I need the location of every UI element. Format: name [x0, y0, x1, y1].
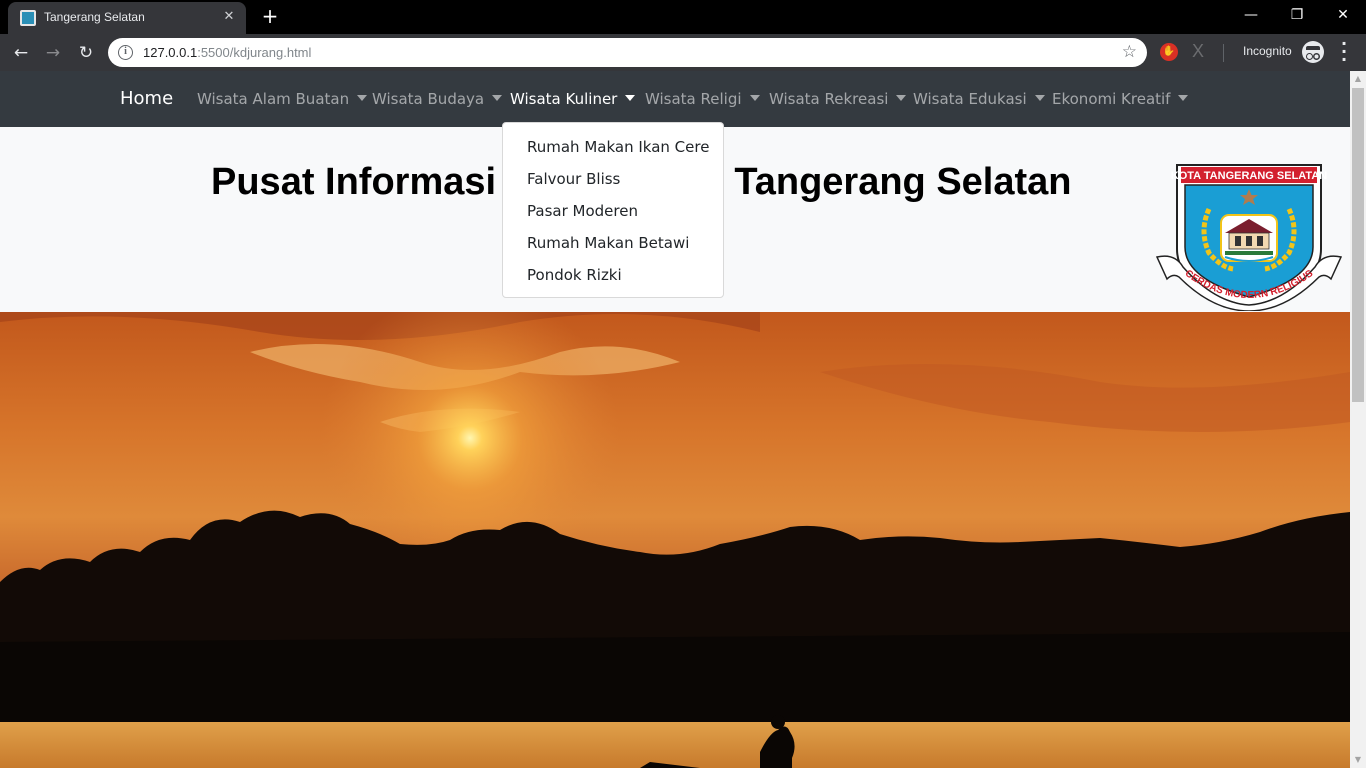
city-logo: KOTA TANGERANG SELATAN CERDAS MODERN REL…	[1155, 164, 1343, 311]
adblock-icon[interactable]: ✋	[1160, 43, 1178, 61]
logo-top-text: KOTA TANGERANG SELATAN	[1171, 170, 1327, 182]
star-icon[interactable]: ☆	[1122, 42, 1137, 62]
scroll-down-icon[interactable]: ▼	[1350, 752, 1366, 768]
nav-home-link[interactable]: Home	[120, 88, 173, 109]
page-viewport: Home Wisata Alam Buatan Wisata Budaya Wi…	[0, 71, 1350, 768]
dropdown-item-pondok-rizki[interactable]: Pondok Rizki	[503, 259, 723, 291]
url-text[interactable]: 127.0.0.1:5500/kdjurang.html	[143, 45, 311, 60]
caret-down-icon	[625, 95, 636, 101]
back-button[interactable]: ←	[8, 40, 34, 66]
new-tab-button[interactable]: +	[258, 5, 282, 29]
site-navbar: Home Wisata Alam Buatan Wisata Budaya Wi…	[0, 71, 1350, 127]
nav-item-wisata-rekreasi[interactable]: Wisata Rekreasi	[769, 90, 907, 108]
nav-item-wisata-religi[interactable]: Wisata Religi	[645, 90, 760, 108]
menu-icon[interactable]: · · ·	[1337, 36, 1351, 68]
browser-tab-bar: Tangerang Selatan ✕ + — ❐ ✕	[0, 0, 1366, 34]
caret-down-icon	[749, 95, 760, 101]
nav-item-wisata-budaya[interactable]: Wisata Budaya	[372, 90, 503, 108]
reload-button[interactable]: ↻	[73, 40, 99, 66]
dropdown-item-falvour-bliss[interactable]: Falvour Bliss	[503, 163, 723, 195]
incognito-icon[interactable]	[1302, 41, 1324, 63]
toolbar-divider	[1223, 44, 1224, 62]
tab-title: Tangerang Selatan	[44, 10, 145, 24]
incognito-label: Incognito	[1243, 44, 1292, 58]
caret-down-icon	[492, 95, 503, 101]
nav-item-ekonomi-kreatif[interactable]: Ekonomi Kreatif	[1052, 90, 1189, 108]
scroll-thumb[interactable]	[1352, 88, 1364, 402]
kuliner-dropdown-menu: Rumah Makan Ikan Cere Falvour Bliss Pasa…	[502, 122, 724, 298]
restore-button[interactable]: ❐	[1274, 0, 1320, 30]
close-window-button[interactable]: ✕	[1320, 0, 1366, 30]
page-scrollbar[interactable]: ▲ ▼	[1350, 71, 1366, 768]
extension-x-icon[interactable]: X	[1192, 41, 1204, 62]
scroll-up-icon[interactable]: ▲	[1350, 71, 1366, 87]
favicon-icon	[20, 10, 36, 26]
minimize-button[interactable]: —	[1228, 0, 1274, 30]
nav-item-wisata-kuliner[interactable]: Wisata Kuliner	[510, 90, 636, 108]
dropdown-item-rumah-makan-betawi[interactable]: Rumah Makan Betawi	[503, 227, 723, 259]
address-bar[interactable]: i 127.0.0.1:5500/kdjurang.html ☆	[108, 38, 1147, 67]
dropdown-item-pasar-moderen[interactable]: Pasar Moderen	[503, 195, 723, 227]
caret-down-icon	[1034, 95, 1045, 101]
dropdown-item-rumah-makan-ikan-cere[interactable]: Rumah Makan Ikan Cere	[503, 131, 723, 163]
caret-down-icon	[1178, 95, 1189, 101]
close-tab-icon[interactable]: ✕	[220, 8, 238, 26]
caret-down-icon	[357, 95, 368, 101]
hero-sunset-image	[0, 312, 1350, 768]
caret-down-icon	[896, 95, 907, 101]
forward-button[interactable]: →	[40, 40, 66, 66]
nav-item-wisata-edukasi[interactable]: Wisata Edukasi	[913, 90, 1045, 108]
info-icon[interactable]: i	[118, 45, 133, 60]
browser-tab[interactable]: Tangerang Selatan ✕	[8, 2, 246, 34]
browser-toolbar: ← → ↻ i 127.0.0.1:5500/kdjurang.html ☆ ✋…	[0, 34, 1366, 71]
nav-item-wisata-alam-buatan[interactable]: Wisata Alam Buatan	[197, 90, 368, 108]
